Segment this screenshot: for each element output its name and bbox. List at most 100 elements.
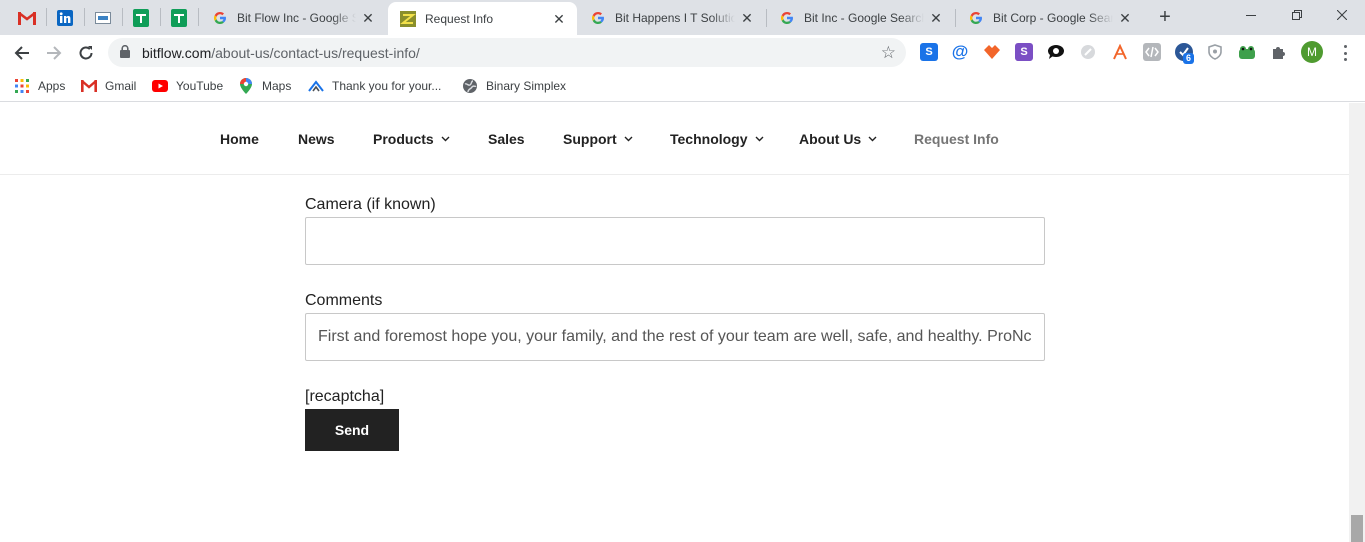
s-purple-extension-icon[interactable]: S	[1015, 43, 1033, 61]
bookmark-label: Thank you for your...	[332, 79, 442, 93]
nav-label: Sales	[488, 131, 525, 147]
tab-separator	[160, 8, 161, 26]
minimize-icon	[1246, 15, 1256, 16]
forward-button[interactable]	[41, 40, 67, 66]
nav-products[interactable]: Products	[373, 131, 450, 147]
tab-separator	[122, 8, 123, 26]
url-path: /about-us/contact-us/request-info/	[211, 45, 420, 61]
gmail-icon	[81, 78, 97, 94]
close-icon[interactable]: ✕	[928, 10, 944, 26]
tab-title: Bit Happens I T Solutions - Google Searc…	[615, 10, 735, 25]
globe-icon	[462, 78, 478, 94]
tab-bit-happens-search[interactable]: Bit Happens I T Solutions - Google Searc…	[578, 2, 765, 33]
browser-toolbar: bitflow.com/about-us/contact-us/request-…	[0, 35, 1365, 71]
sheets-icon	[133, 9, 149, 27]
page-content: Home News Products Sales Support Technol…	[0, 103, 1349, 542]
nav-technology[interactable]: Technology	[670, 131, 764, 147]
bookmark-label: Binary Simplex	[486, 79, 567, 93]
circle-extension-icon[interactable]	[1079, 43, 1097, 61]
lock-icon	[120, 44, 130, 63]
address-url: bitflow.com/about-us/contact-us/request-…	[142, 45, 420, 61]
pinned-tab-mail[interactable]	[87, 4, 119, 32]
tab-title: Bit Inc - Google Search	[804, 10, 924, 25]
code-extension-icon[interactable]	[1143, 43, 1161, 61]
bookmark-youtube[interactable]: YouTube	[152, 76, 223, 96]
frog-extension-icon[interactable]	[1238, 43, 1256, 61]
bookmark-maps[interactable]: Maps	[238, 76, 291, 96]
send-button[interactable]: Send	[305, 409, 399, 451]
sheets-icon	[171, 9, 187, 27]
peak-extension-icon[interactable]	[1111, 43, 1129, 61]
google-icon	[590, 10, 606, 26]
bookmark-gmail[interactable]: Gmail	[81, 76, 136, 96]
speech-bubble-extension-icon[interactable]	[1047, 43, 1065, 61]
scrollbar-thumb[interactable]	[1351, 515, 1363, 542]
pinned-tab-linkedin[interactable]	[49, 4, 81, 32]
bookmark-label: Gmail	[105, 79, 137, 93]
google-icon	[968, 10, 984, 26]
tab-strip: Bit Flow Inc - Google Search ✕ Request I…	[0, 0, 1365, 35]
tab-separator	[84, 8, 85, 26]
puzzle-icon[interactable]	[1270, 43, 1288, 61]
bookmarks-bar: Apps Gmail YouTube Maps Thank you for yo…	[0, 71, 1365, 102]
bookmark-binary-simplex[interactable]: Binary Simplex	[462, 76, 566, 96]
nav-label: News	[298, 131, 335, 147]
s-extension-icon[interactable]: S	[920, 43, 938, 61]
badge-extension-icon[interactable]: 6	[1175, 43, 1195, 64]
bookmark-label: Apps	[38, 79, 66, 93]
nav-news[interactable]: News	[298, 131, 335, 147]
restore-button[interactable]	[1274, 2, 1320, 28]
nav-request-info[interactable]: Request Info	[914, 131, 999, 147]
comments-textarea[interactable]: First and foremost hope you, your family…	[305, 313, 1045, 361]
nav-home[interactable]: Home	[220, 131, 259, 147]
profile-avatar[interactable]: M	[1301, 41, 1323, 63]
nav-about-us[interactable]: About Us	[799, 131, 877, 147]
camera-label: Camera (if known)	[305, 196, 436, 213]
gmail-icon	[18, 11, 36, 25]
reload-icon	[79, 46, 93, 60]
bitflow-logo-icon	[400, 10, 416, 27]
close-window-button[interactable]	[1319, 2, 1365, 28]
bookmark-star-icon[interactable]: ☆	[881, 43, 896, 63]
url-domain: bitflow.com	[142, 45, 212, 61]
shield-extension-icon[interactable]	[1206, 43, 1224, 61]
google-icon	[779, 10, 795, 26]
nav-label: Support	[563, 131, 617, 147]
tab-separator	[198, 8, 199, 26]
bookmark-apps[interactable]: Apps	[14, 76, 65, 96]
reload-button[interactable]	[73, 40, 99, 66]
arrow-right-icon	[47, 46, 62, 60]
new-tab-button[interactable]: +	[1154, 6, 1176, 28]
at-sign-extension-icon[interactable]: @	[951, 42, 969, 61]
menu-kebab-icon[interactable]	[1336, 43, 1354, 63]
tab-bit-flow-search[interactable]: Bit Flow Inc - Google Search ✕	[200, 2, 386, 33]
nav-support[interactable]: Support	[563, 131, 633, 147]
address-bar[interactable]: bitflow.com/about-us/contact-us/request-…	[108, 38, 906, 67]
close-icon[interactable]: ✕	[551, 11, 567, 27]
tab-title: Bit Flow Inc - Google Search	[237, 10, 356, 25]
linkedin-icon	[57, 10, 73, 26]
close-icon[interactable]: ✕	[1117, 10, 1133, 26]
tab-title: Bit Corp - Google Search	[993, 10, 1113, 25]
pinned-tab-sheets-1[interactable]	[125, 4, 157, 32]
close-icon[interactable]: ✕	[739, 10, 755, 26]
nav-sales[interactable]: Sales	[488, 131, 525, 147]
chevron-down-icon	[441, 136, 450, 142]
restore-icon	[1292, 10, 1302, 20]
back-button[interactable]	[9, 40, 35, 66]
chevron-down-icon	[868, 136, 877, 142]
pinned-tab-sheets-2[interactable]	[163, 4, 195, 32]
tab-bit-inc-search[interactable]: Bit Inc - Google Search ✕	[767, 2, 954, 33]
minimize-button[interactable]	[1228, 2, 1274, 28]
page-scrollbar[interactable]	[1349, 103, 1365, 542]
close-icon[interactable]: ✕	[360, 10, 376, 26]
camera-input[interactable]	[305, 217, 1045, 265]
tab-bit-corp-search[interactable]: Bit Corp - Google Search ✕	[956, 2, 1143, 33]
youtube-icon	[152, 78, 168, 94]
bookmark-label: Maps	[262, 79, 292, 93]
fox-extension-icon[interactable]	[983, 43, 1001, 61]
bookmark-thank-you[interactable]: Thank you for your...	[308, 76, 441, 96]
tab-request-info[interactable]: Request Info ✕	[388, 2, 577, 35]
pinned-tab-gmail[interactable]	[11, 4, 43, 32]
comments-label: Comments	[305, 292, 383, 309]
